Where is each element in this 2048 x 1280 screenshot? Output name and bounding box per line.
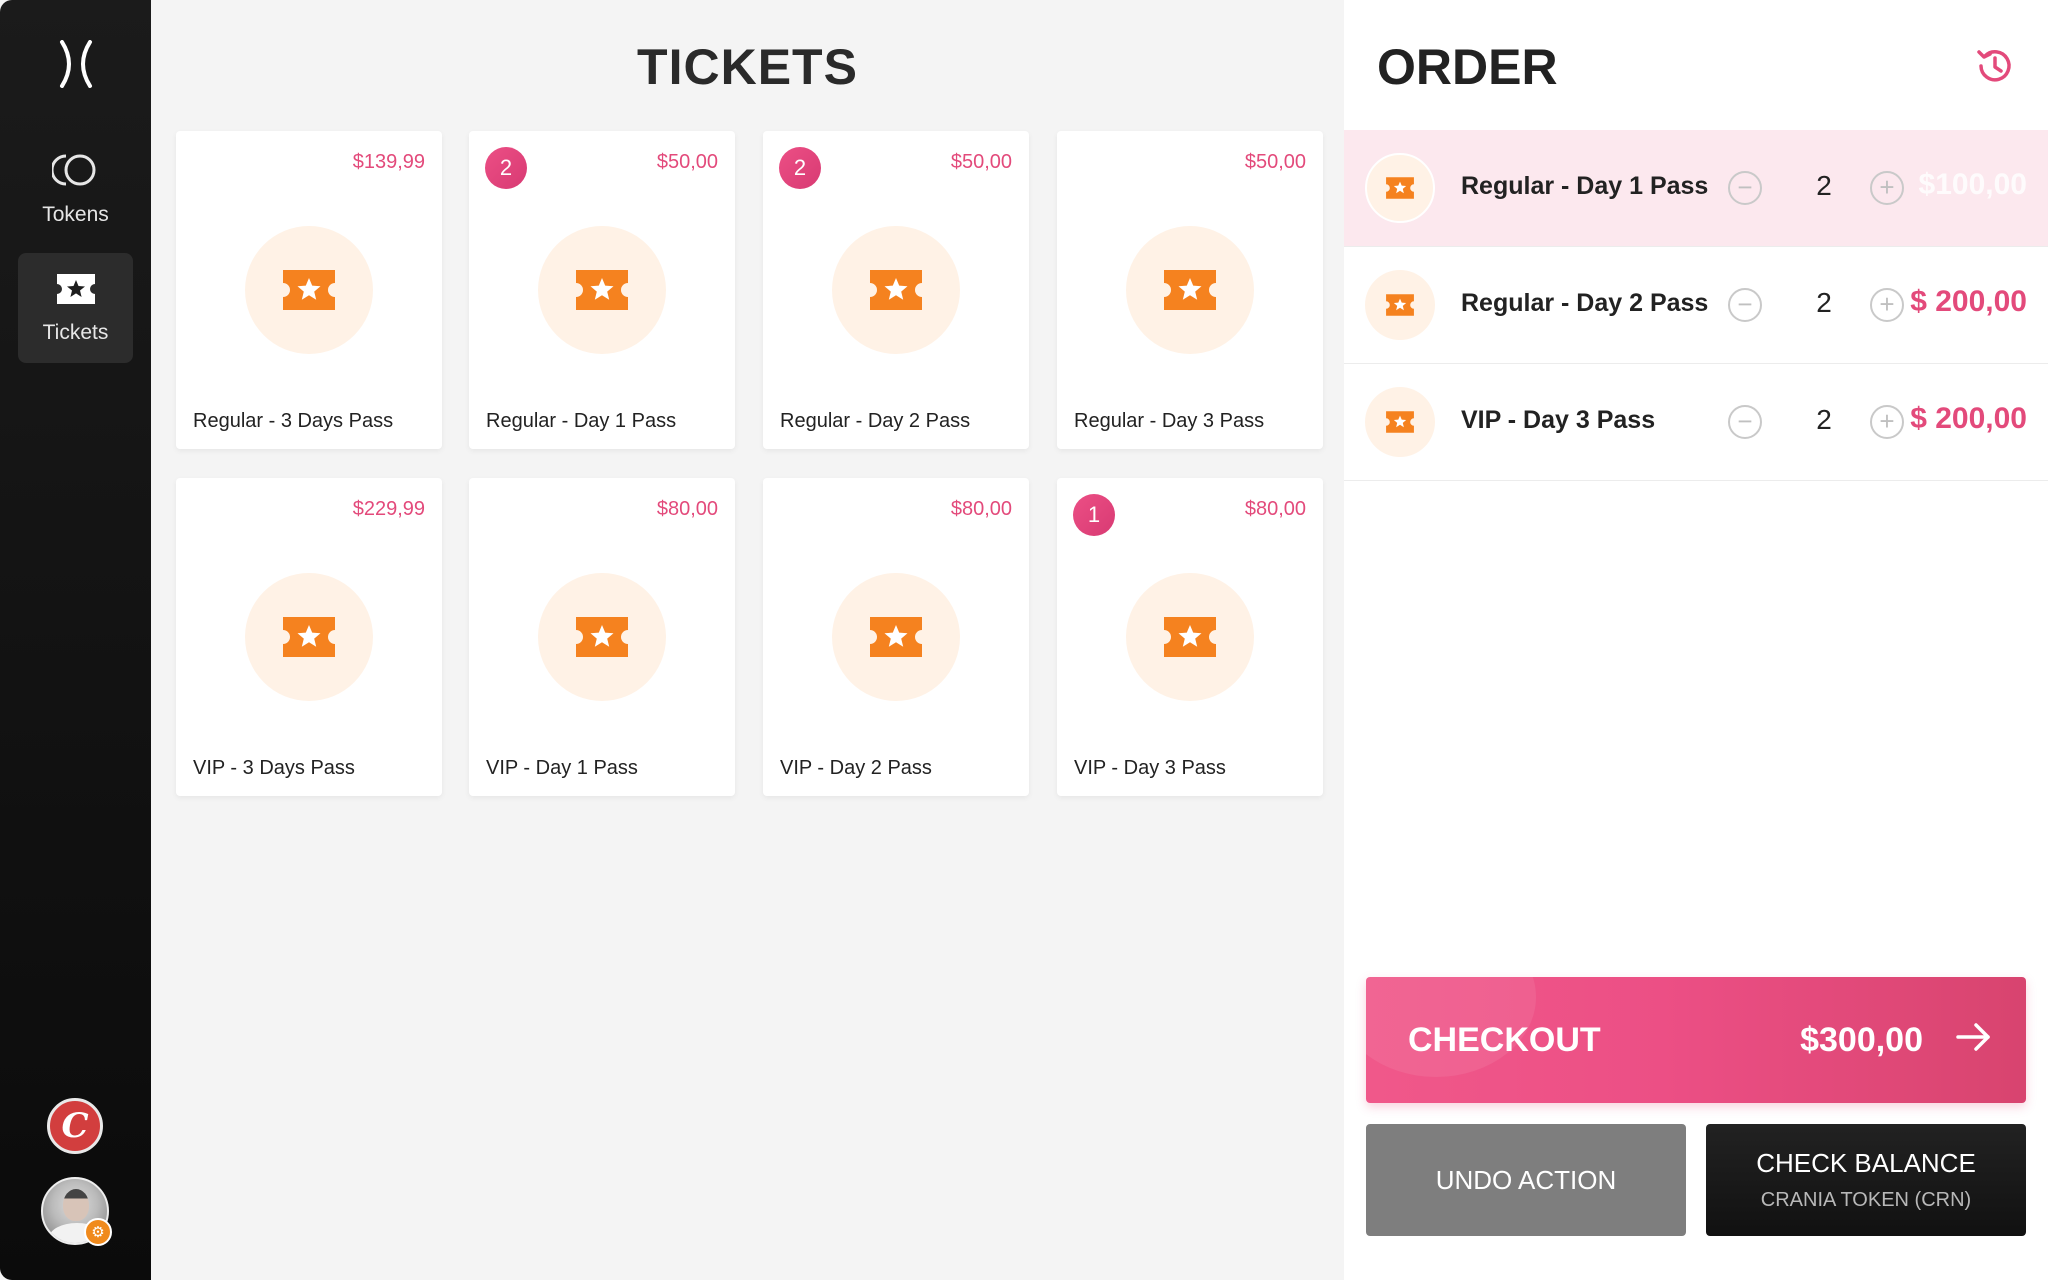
order-item-price: $100,00 bbox=[1918, 168, 2027, 201]
quantity-badge: 2 bbox=[779, 147, 821, 189]
ticket-card[interactable]: 2 $50,00 Regular - Day 1 Pass bbox=[469, 131, 735, 449]
minus-icon[interactable]: − bbox=[1728, 171, 1762, 205]
ticket-card[interactable]: 1 $80,00 VIP - Day 3 Pass bbox=[1057, 478, 1323, 796]
checkout-label: CHECKOUT bbox=[1408, 1021, 1601, 1059]
plus-icon[interactable]: + bbox=[1870, 288, 1904, 322]
minus-icon[interactable]: − bbox=[1728, 405, 1762, 439]
ticket-icon bbox=[55, 272, 97, 311]
history-icon[interactable] bbox=[1972, 44, 2016, 88]
ticket-price: $139,99 bbox=[352, 151, 425, 173]
ticket-name: Regular - Day 2 Pass bbox=[780, 410, 971, 432]
ticket-icon bbox=[832, 226, 960, 354]
ticket-icon bbox=[1365, 387, 1435, 457]
sidebar-item-label: Tokens bbox=[42, 202, 109, 226]
ticket-price: $80,00 bbox=[950, 498, 1012, 520]
ticket-price: $80,00 bbox=[656, 498, 718, 520]
order-row[interactable]: Regular - Day 1 Pass − 2 + $100,00 bbox=[1344, 130, 2048, 247]
order-item-price: $ 200,00 bbox=[1910, 402, 2027, 435]
quantity-badge: 2 bbox=[485, 147, 527, 189]
ticket-card[interactable]: $50,00 Regular - Day 3 Pass bbox=[1057, 131, 1323, 449]
order-item-name: VIP - Day 3 Pass bbox=[1461, 406, 1656, 434]
ticket-icon bbox=[538, 573, 666, 701]
order-item-name: Regular - Day 2 Pass bbox=[1461, 289, 1709, 317]
quantity-badge: 1 bbox=[1073, 494, 1115, 536]
ticket-card[interactable]: $80,00 VIP - Day 1 Pass bbox=[469, 478, 735, 796]
ticket-price: $80,00 bbox=[1244, 498, 1306, 520]
ticket-price: $50,00 bbox=[1244, 151, 1306, 173]
ticket-icon bbox=[245, 226, 373, 354]
plus-icon[interactable]: + bbox=[1870, 171, 1904, 205]
ticket-name: VIP - Day 1 Pass bbox=[486, 757, 638, 779]
sidebar: Tokens Tickets C ⚙ bbox=[0, 0, 151, 1280]
ticket-price: $50,00 bbox=[950, 151, 1012, 173]
ticket-card[interactable]: 2 $50,00 Regular - Day 2 Pass bbox=[763, 131, 1029, 449]
sidebar-item-tickets[interactable]: Tickets bbox=[18, 253, 133, 363]
sidebar-item-label: Tickets bbox=[42, 320, 109, 344]
ticket-icon bbox=[245, 573, 373, 701]
ticket-name: Regular - Day 1 Pass bbox=[486, 410, 677, 432]
page-title: TICKETS bbox=[637, 39, 858, 95]
check-balance-label: CHECK BALANCE bbox=[1756, 1148, 1976, 1178]
ticket-icon bbox=[832, 573, 960, 701]
ticket-icon bbox=[1365, 270, 1435, 340]
ticket-card[interactable]: $80,00 VIP - Day 2 Pass bbox=[763, 478, 1029, 796]
ticket-card[interactable]: $229,99 VIP - 3 Days Pass bbox=[176, 478, 442, 796]
ticket-name: Regular - Day 3 Pass bbox=[1074, 410, 1265, 432]
ticket-name: VIP - Day 2 Pass bbox=[780, 757, 932, 779]
order-row[interactable]: VIP - Day 3 Pass − 2 + $ 200,00 bbox=[1344, 364, 2048, 481]
order-title: ORDER bbox=[1377, 39, 1558, 95]
check-balance-button[interactable]: CHECK BALANCE CRANIA TOKEN (CRN) bbox=[1706, 1124, 2026, 1236]
ticket-icon bbox=[1126, 573, 1254, 701]
ticket-name: Regular - 3 Days Pass bbox=[193, 410, 394, 432]
checkout-total: $300,00 bbox=[1800, 1021, 1923, 1059]
avatar-head bbox=[63, 1189, 89, 1221]
undo-action-button[interactable]: UNDO ACTION bbox=[1366, 1124, 1686, 1236]
arrow-right-icon bbox=[1954, 1017, 1994, 1057]
ticket-name: VIP - 3 Days Pass bbox=[193, 757, 355, 779]
ticket-card[interactable]: $139,99 Regular - 3 Days Pass bbox=[176, 131, 442, 449]
settings-gear-icon[interactable]: ⚙ bbox=[84, 1218, 112, 1246]
minus-icon[interactable]: − bbox=[1728, 288, 1762, 322]
x-logo-icon[interactable] bbox=[50, 38, 101, 89]
order-item-name: Regular - Day 1 Pass bbox=[1461, 172, 1709, 200]
ticket-name: VIP - Day 3 Pass bbox=[1074, 757, 1226, 779]
ticket-price: $50,00 bbox=[656, 151, 718, 173]
plus-icon[interactable]: + bbox=[1870, 405, 1904, 439]
checkout-button[interactable]: CHECKOUT $300,00 bbox=[1366, 977, 2026, 1103]
ticket-icon bbox=[1365, 153, 1435, 223]
order-row[interactable]: Regular - Day 2 Pass − 2 + $ 200,00 bbox=[1344, 247, 2048, 364]
order-item-price: $ 200,00 bbox=[1910, 285, 2027, 318]
tokens-icon bbox=[50, 152, 100, 193]
order-item-quantity: 2 bbox=[1816, 287, 1832, 318]
ticket-icon bbox=[538, 226, 666, 354]
order-item-quantity: 2 bbox=[1816, 404, 1832, 435]
order-item-quantity: 2 bbox=[1816, 170, 1832, 201]
ticket-price: $229,99 bbox=[352, 498, 425, 520]
sidebar-item-tokens[interactable]: Tokens bbox=[18, 134, 133, 244]
check-balance-sublabel: CRANIA TOKEN (CRN) bbox=[1760, 1189, 1972, 1211]
order-panel: ORDER Regular - Day 1 Pass − 2 + $100,00… bbox=[1344, 0, 2048, 1280]
crania-token-badge[interactable]: C bbox=[47, 1098, 103, 1154]
ticket-icon bbox=[1126, 226, 1254, 354]
